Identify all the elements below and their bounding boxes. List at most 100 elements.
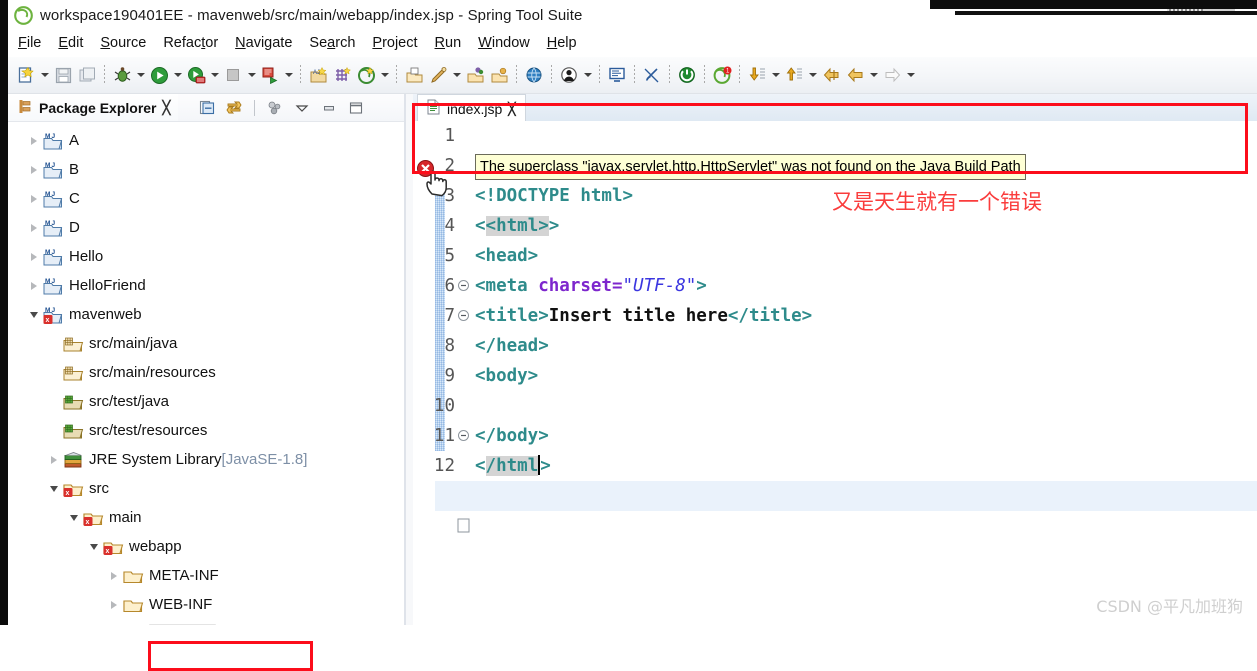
chevron-right-icon[interactable]	[46, 452, 62, 468]
tree-item-hello[interactable]: Hello	[8, 242, 413, 271]
new-grid-icon[interactable]	[330, 62, 354, 88]
new-spring-project-icon[interactable]	[354, 62, 378, 88]
tree-item-d[interactable]: D	[8, 213, 413, 242]
tree-item-a[interactable]: A	[8, 126, 413, 155]
menu-help[interactable]: Help	[547, 35, 577, 51]
person-icon[interactable]	[557, 62, 581, 88]
link-with-editor-icon[interactable]	[225, 99, 243, 117]
code-line-7[interactable]: 7 <title>Insert title here</title>	[413, 301, 1257, 331]
menu-edit[interactable]: Edit	[58, 35, 83, 51]
open-task-icon[interactable]	[463, 62, 487, 88]
menu-search[interactable]: Search	[309, 35, 355, 51]
debug-icon[interactable]	[110, 62, 134, 88]
globe-icon[interactable]	[522, 62, 546, 88]
menu-run[interactable]: Run	[435, 35, 462, 51]
chevron-right-icon[interactable]	[26, 191, 42, 207]
tab-index-jsp[interactable]: index.jsp ╳	[417, 94, 526, 122]
collapse-all-icon[interactable]	[198, 99, 216, 117]
menu-source[interactable]: Source	[100, 35, 146, 51]
chevron-down-icon[interactable]	[66, 510, 82, 526]
run-dropdown-arrow[interactable]	[171, 62, 184, 88]
tree-item-index-jsp[interactable]: index.jsp	[8, 619, 413, 625]
previous-annotation-dropdown-arrow[interactable]	[806, 62, 819, 88]
tree-item-src-main-java[interactable]: src/main/java	[8, 329, 413, 358]
quick-fix-icon[interactable]	[426, 62, 450, 88]
previous-annotation-icon[interactable]	[782, 62, 806, 88]
publish-icon[interactable]	[258, 62, 282, 88]
chevron-right-icon[interactable]	[26, 278, 42, 294]
tree-item-main[interactable]: main	[8, 503, 413, 532]
tree-item-hellofriend[interactable]: HelloFriend	[8, 271, 413, 300]
code-line-6[interactable]: 6 <meta charset="UTF-8">	[413, 271, 1257, 301]
tree-item-src-main-resources[interactable]: src/main/resources	[8, 358, 413, 387]
fold-collapse-icon[interactable]	[457, 249, 470, 321]
debug-dropdown-arrow[interactable]	[134, 62, 147, 88]
save-all-icon[interactable]	[75, 62, 99, 88]
back-icon[interactable]	[819, 62, 843, 88]
maximize-icon[interactable]	[347, 99, 365, 117]
chevron-down-icon[interactable]	[86, 539, 102, 555]
stop-icon[interactable]	[221, 62, 245, 88]
stop-dropdown-arrow[interactable]	[245, 62, 258, 88]
tab-package-explorer[interactable]: Package Explorer ╳	[8, 94, 179, 121]
open-type-icon[interactable]	[402, 62, 426, 88]
fold-collapse-icon[interactable]	[457, 219, 470, 291]
chevron-down-icon[interactable]	[26, 307, 42, 323]
code-line-12[interactable]: 12 </html >	[413, 451, 1257, 533]
chevron-right-icon[interactable]	[26, 162, 42, 178]
chevron-right-icon[interactable]	[26, 220, 42, 236]
next-annotation-icon[interactable]	[745, 62, 769, 88]
forward-history-icon[interactable]	[880, 62, 904, 88]
code-line-10[interactable]: 10	[413, 391, 1257, 421]
tree-item-src[interactable]: src	[8, 474, 413, 503]
run-on-server-dropdown-arrow[interactable]	[208, 62, 221, 88]
close-icon[interactable]: ╳	[508, 102, 515, 116]
new-java-package-icon[interactable]: AJ	[306, 62, 330, 88]
tree-item-b[interactable]: B	[8, 155, 413, 184]
chevron-right-icon[interactable]	[106, 568, 122, 584]
chevron-right-icon[interactable]	[26, 133, 42, 149]
open-resource-icon[interactable]	[487, 62, 511, 88]
tree-item-src-test-java[interactable]: src/test/java	[8, 387, 413, 416]
code-line-1[interactable]: 1 charset=UTF-8"	[413, 121, 1257, 151]
console-icon[interactable]	[605, 62, 629, 88]
skip-breakpoints-icon[interactable]	[640, 62, 664, 88]
tree-item-jre-system-library[interactable]: JRE System Library [JavaSE-1.8]	[8, 445, 413, 474]
close-icon[interactable]: ╳	[163, 100, 171, 116]
run-icon[interactable]	[147, 62, 171, 88]
project-tree[interactable]: M J x	[8, 122, 413, 625]
next-annotation-dropdown-arrow[interactable]	[769, 62, 782, 88]
backward-history-icon[interactable]	[843, 62, 867, 88]
spring-icon-badge[interactable]: 1	[710, 62, 734, 88]
tree-item-c[interactable]: C	[8, 184, 413, 213]
tree-item-webapp[interactable]: webapp	[8, 532, 413, 561]
person-dropdown-arrow[interactable]	[581, 62, 594, 88]
code-line-11[interactable]: 11 </body>	[413, 421, 1257, 451]
tree-item-meta-inf[interactable]: META-INF	[8, 561, 413, 590]
code-line-9[interactable]: 9 <body>	[413, 361, 1257, 441]
spring-boot-dashboard-icon[interactable]	[675, 62, 699, 88]
run-on-server-icon[interactable]	[184, 62, 208, 88]
new-wizard-dropdown-arrow[interactable]	[38, 62, 51, 88]
publish-dropdown-arrow[interactable]	[282, 62, 295, 88]
quick-fix-dropdown-arrow[interactable]	[450, 62, 463, 88]
view-menu-bubbles-icon[interactable]	[266, 99, 284, 117]
save-icon[interactable]	[51, 62, 75, 88]
menu-project[interactable]: Project	[372, 35, 417, 51]
forward-history-dropdown-arrow[interactable]	[904, 62, 917, 88]
code-line-5[interactable]: 5 <head>	[413, 241, 1257, 321]
minimize-icon[interactable]	[320, 99, 338, 117]
tree-item-web-inf[interactable]: WEB-INF	[8, 590, 413, 619]
chevron-right-icon[interactable]	[26, 249, 42, 265]
chevron-right-icon[interactable]	[106, 597, 122, 613]
view-menu-icon[interactable]	[293, 99, 311, 117]
new-spring-project-dropdown-arrow[interactable]	[378, 62, 391, 88]
new-wizard-icon[interactable]	[14, 62, 38, 88]
backward-history-dropdown-arrow[interactable]	[867, 62, 880, 88]
menu-refactor[interactable]: Refactor	[163, 35, 218, 51]
code-line-8[interactable]: 8 </head>	[413, 331, 1257, 361]
menu-file[interactable]: File	[18, 35, 41, 51]
tree-item-src-test-resources[interactable]: src/test/resources	[8, 416, 413, 445]
fold-collapse-icon[interactable]	[457, 369, 470, 441]
menu-navigate[interactable]: Navigate	[235, 35, 292, 51]
